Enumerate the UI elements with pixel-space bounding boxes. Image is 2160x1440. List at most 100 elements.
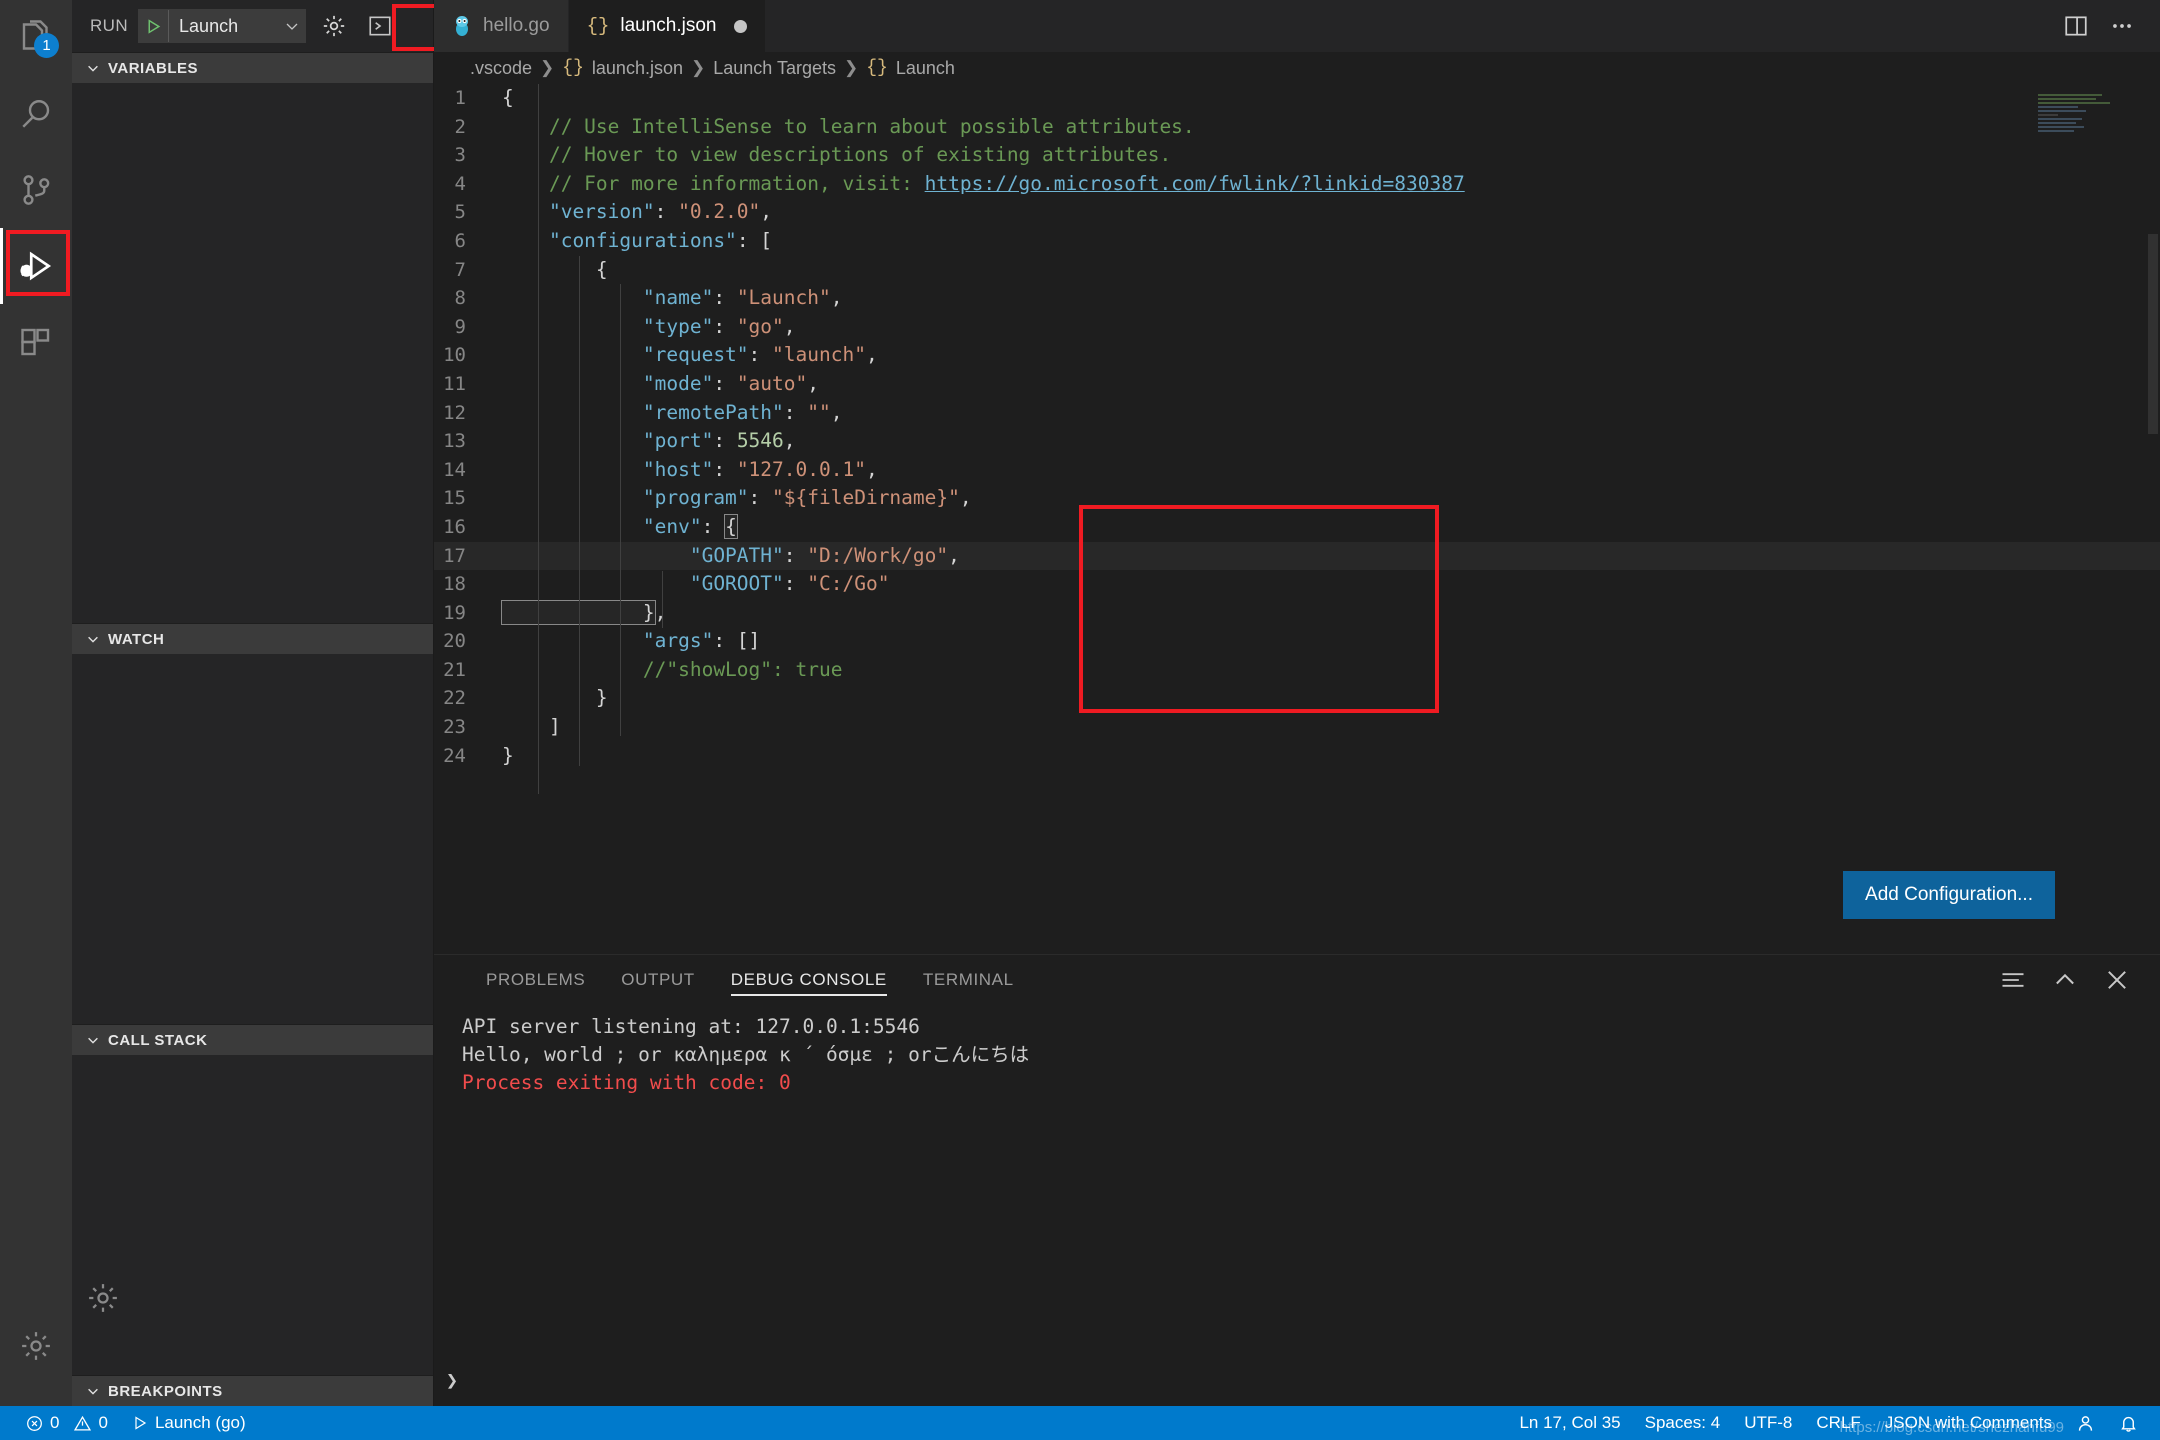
code-line[interactable]: 14 "host": "127.0.0.1", xyxy=(434,456,2160,485)
status-notifications[interactable] xyxy=(2107,1406,2150,1440)
activity-item-search[interactable] xyxy=(0,76,72,152)
code-content[interactable]: 1{2 // Use IntelliSense to learn about p… xyxy=(434,84,2160,954)
console-line: API server listening at: 127.0.0.1:5546 xyxy=(462,1015,920,1038)
code-line[interactable]: 9 "type": "go", xyxy=(434,313,2160,342)
code-line[interactable]: 15 "program": "${fileDirname}", xyxy=(434,484,2160,513)
status-language-mode[interactable]: JSON with Comments xyxy=(1873,1406,2064,1440)
code-line[interactable]: 13 "port": 5546, xyxy=(434,427,2160,456)
code-line[interactable]: 1{ xyxy=(434,84,2160,113)
panel-tab-problems[interactable]: PROBLEMS xyxy=(468,955,603,1005)
tab-label: launch.json xyxy=(620,15,717,36)
line-number: 11 xyxy=(443,372,466,395)
code-token: "name" xyxy=(502,286,714,310)
status-eol[interactable]: CRLF xyxy=(1804,1406,1872,1440)
panel-tab-terminal[interactable]: TERMINAL xyxy=(905,955,1032,1005)
clear-icon[interactable] xyxy=(1996,963,2030,997)
breadcrumb-item-folder[interactable]: .vscode xyxy=(470,58,532,79)
explorer-badge: 1 xyxy=(34,33,59,58)
debug-configuration-select[interactable]: Launch xyxy=(138,9,307,43)
line-number: 14 xyxy=(443,458,466,481)
breadcrumb-item-file[interactable]: launch.json xyxy=(592,58,683,79)
code-line-text: "GOROOT": "C:/Go" xyxy=(502,570,890,599)
code-line[interactable]: 18 "GOROOT": "C:/Go" xyxy=(434,570,2160,599)
close-icon[interactable] xyxy=(2100,963,2134,997)
add-configuration-button[interactable]: Add Configuration... xyxy=(1843,871,2055,919)
code-line[interactable]: 4 // For more information, visit: https:… xyxy=(434,170,2160,199)
chevron-down-icon[interactable] xyxy=(279,18,305,34)
sidebar-section-breakpoints[interactable]: BREAKPOINTS xyxy=(72,1375,433,1406)
breadcrumb-item-symbol-group[interactable]: Launch Targets xyxy=(713,58,836,79)
json-braces-icon: {} xyxy=(866,58,888,78)
code-line[interactable]: 19 }, xyxy=(434,599,2160,628)
code-line[interactable]: 22 } xyxy=(434,684,2160,713)
error-icon xyxy=(26,1415,43,1432)
start-debugging-button[interactable] xyxy=(139,10,170,42)
debug-console-output[interactable]: API server listening at: 127.0.0.1:5546 … xyxy=(434,1005,2160,1406)
code-token: : xyxy=(783,400,808,424)
code-line[interactable]: 20 "args": [] xyxy=(434,627,2160,656)
activity-item-source-control[interactable] xyxy=(0,152,72,228)
code-line[interactable]: 10 "request": "launch", xyxy=(434,341,2160,370)
variables-pane-body xyxy=(72,83,433,623)
tab-label: hello.go xyxy=(483,15,550,36)
code-line[interactable]: 12 "remotePath": "", xyxy=(434,399,2160,428)
breadcrumb-item-symbol[interactable]: Launch xyxy=(896,58,955,79)
code-line[interactable]: 11 "mode": "auto", xyxy=(434,370,2160,399)
panel-tab-debug-console[interactable]: DEBUG CONSOLE xyxy=(713,955,905,1005)
status-encoding[interactable]: UTF-8 xyxy=(1732,1406,1804,1440)
open-debug-console-button[interactable] xyxy=(362,8,398,44)
call-stack-pane-body xyxy=(72,1055,433,1375)
tab-launch-json[interactable]: {} launch.json xyxy=(568,0,766,52)
panel-tab-output[interactable]: OUTPUT xyxy=(603,955,712,1005)
line-number: 15 xyxy=(443,487,466,510)
code-line[interactable]: 16 "env": { xyxy=(434,513,2160,542)
split-editor-icon[interactable] xyxy=(2056,6,2096,46)
code-line[interactable]: 17 "GOPATH": "D:/Work/go", xyxy=(434,541,2160,571)
status-problems[interactable]: 0 0 xyxy=(14,1406,120,1440)
breadcrumb-separator: ❯ xyxy=(690,58,706,77)
code-line[interactable]: 7 { xyxy=(434,256,2160,285)
status-indentation[interactable]: Spaces: 4 xyxy=(1633,1406,1733,1440)
bell-icon xyxy=(2119,1414,2138,1433)
status-debug-target[interactable]: Launch (go) xyxy=(120,1406,258,1440)
console-prompt-caret[interactable]: ❯ xyxy=(446,1366,458,1394)
indent-guide xyxy=(620,284,621,736)
code-line[interactable]: 6 "configurations": [ xyxy=(434,227,2160,256)
code-line[interactable]: 21 //"showLog": true xyxy=(434,656,2160,685)
code-line[interactable]: 5 "version": "0.2.0", xyxy=(434,198,2160,227)
workbench-body: 1 RUN Launch VARIABLES WATCH CALL STACK … xyxy=(0,0,2160,1406)
debug-configuration-name: Launch xyxy=(179,15,239,36)
line-number: 8 xyxy=(454,287,466,310)
code-line[interactable]: 8 "name": "Launch", xyxy=(434,284,2160,313)
sidebar-section-call-stack[interactable]: CALL STACK xyxy=(72,1024,433,1055)
activity-item-explorer[interactable]: 1 xyxy=(0,0,72,76)
line-number: 5 xyxy=(454,201,466,224)
activity-item-manage[interactable] xyxy=(0,1308,72,1384)
indent-guide xyxy=(662,571,663,628)
activity-item-run-and-debug[interactable] xyxy=(0,228,72,304)
json-braces-icon: {} xyxy=(586,15,610,37)
open-launch-json-button[interactable] xyxy=(316,8,352,44)
settings-gear-icon[interactable] xyxy=(86,1281,120,1315)
code-token: , xyxy=(807,371,820,395)
code-line[interactable]: 3 // Hover to view descriptions of exist… xyxy=(434,141,2160,170)
status-feedback[interactable] xyxy=(2064,1406,2107,1440)
code-line[interactable]: 2 // Use IntelliSense to learn about pos… xyxy=(434,113,2160,142)
minimap[interactable] xyxy=(2034,92,2152,164)
status-cursor-position[interactable]: Ln 17, Col 35 xyxy=(1507,1406,1632,1440)
code-line[interactable]: 24} xyxy=(434,742,2160,771)
tab-hello-go[interactable]: hello.go xyxy=(434,0,569,52)
code-line[interactable]: 23 ] xyxy=(434,713,2160,742)
sidebar-section-watch[interactable]: WATCH xyxy=(72,623,433,654)
editor-scrollbar[interactable] xyxy=(2148,234,2158,434)
run-and-debug-sidebar: RUN Launch VARIABLES WATCH CALL STACK BR… xyxy=(72,0,442,1406)
sidebar-section-variables[interactable]: VARIABLES xyxy=(72,52,433,83)
activity-item-extensions[interactable] xyxy=(0,304,72,380)
editor-viewport[interactable]: 1{2 // Use IntelliSense to learn about p… xyxy=(434,84,2160,954)
line-number: 21 xyxy=(443,658,466,681)
warning-icon xyxy=(74,1415,92,1432)
chevron-up-icon[interactable] xyxy=(2048,963,2082,997)
ellipsis-icon[interactable] xyxy=(2102,6,2142,46)
code-token: : xyxy=(748,486,773,510)
code-token: , xyxy=(760,200,773,224)
